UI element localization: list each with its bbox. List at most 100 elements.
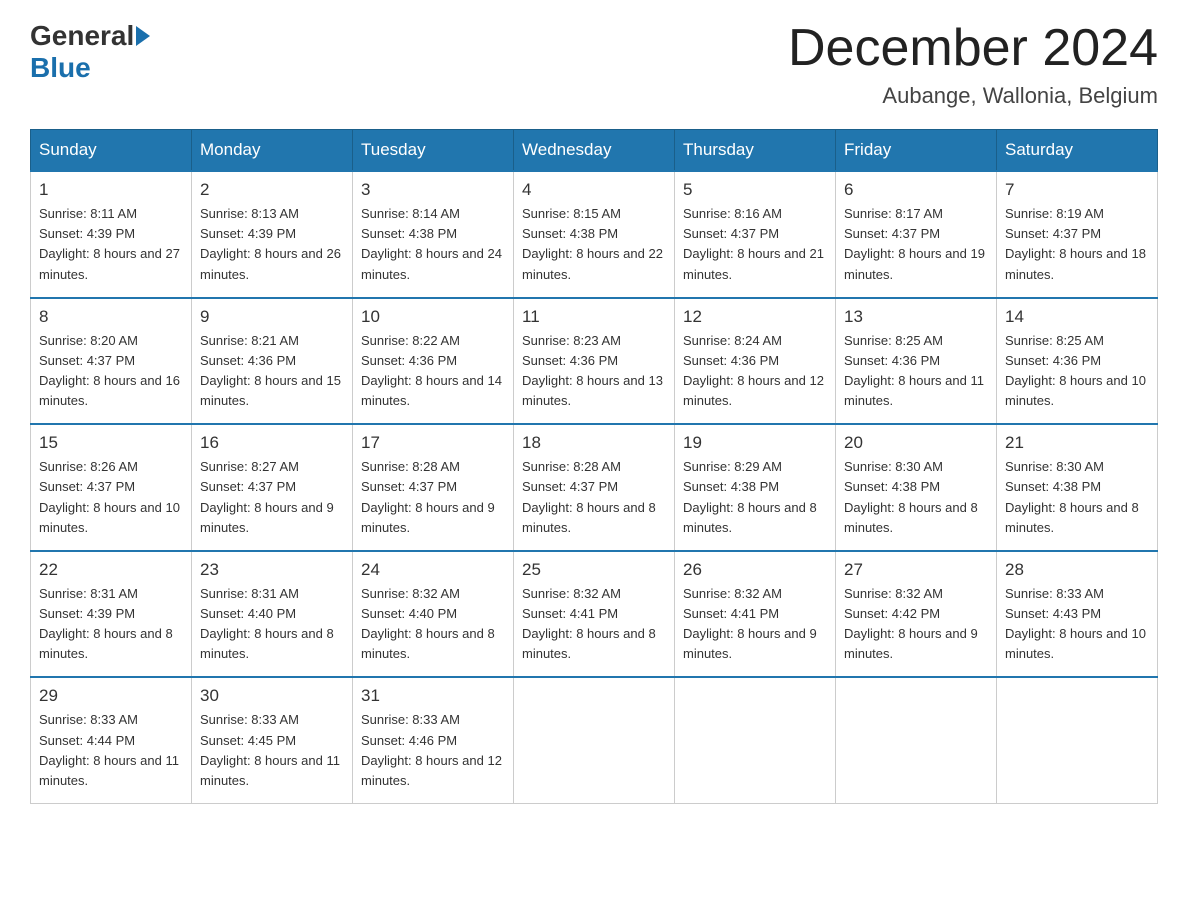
day-info: Sunrise: 8:25 AMSunset: 4:36 PMDaylight:…: [844, 331, 988, 412]
day-info: Sunrise: 8:13 AMSunset: 4:39 PMDaylight:…: [200, 204, 344, 285]
header-saturday: Saturday: [997, 130, 1158, 172]
day-info: Sunrise: 8:26 AMSunset: 4:37 PMDaylight:…: [39, 457, 183, 538]
day-info: Sunrise: 8:33 AMSunset: 4:43 PMDaylight:…: [1005, 584, 1149, 665]
day-number: 23: [200, 560, 344, 580]
week-row-5: 29 Sunrise: 8:33 AMSunset: 4:44 PMDaylig…: [31, 677, 1158, 803]
day-info: Sunrise: 8:31 AMSunset: 4:39 PMDaylight:…: [39, 584, 183, 665]
calendar-header: SundayMondayTuesdayWednesdayThursdayFrid…: [31, 130, 1158, 172]
day-number: 4: [522, 180, 666, 200]
logo-blue: Blue: [30, 52, 91, 84]
day-number: 10: [361, 307, 505, 327]
day-cell: 2 Sunrise: 8:13 AMSunset: 4:39 PMDayligh…: [192, 171, 353, 298]
day-info: Sunrise: 8:21 AMSunset: 4:36 PMDaylight:…: [200, 331, 344, 412]
logo-general: General: [30, 20, 134, 52]
logo-arrow-icon: [136, 26, 150, 46]
day-number: 3: [361, 180, 505, 200]
day-number: 28: [1005, 560, 1149, 580]
logo: General Blue: [30, 20, 152, 84]
day-info: Sunrise: 8:14 AMSunset: 4:38 PMDaylight:…: [361, 204, 505, 285]
day-cell: 3 Sunrise: 8:14 AMSunset: 4:38 PMDayligh…: [353, 171, 514, 298]
day-cell: 15 Sunrise: 8:26 AMSunset: 4:37 PMDaylig…: [31, 424, 192, 551]
day-number: 2: [200, 180, 344, 200]
day-number: 21: [1005, 433, 1149, 453]
calendar-body: 1 Sunrise: 8:11 AMSunset: 4:39 PMDayligh…: [31, 171, 1158, 803]
day-number: 26: [683, 560, 827, 580]
day-cell: 30 Sunrise: 8:33 AMSunset: 4:45 PMDaylig…: [192, 677, 353, 803]
header-tuesday: Tuesday: [353, 130, 514, 172]
day-cell: 22 Sunrise: 8:31 AMSunset: 4:39 PMDaylig…: [31, 551, 192, 678]
day-info: Sunrise: 8:30 AMSunset: 4:38 PMDaylight:…: [1005, 457, 1149, 538]
day-info: Sunrise: 8:15 AMSunset: 4:38 PMDaylight:…: [522, 204, 666, 285]
header-thursday: Thursday: [675, 130, 836, 172]
week-row-1: 1 Sunrise: 8:11 AMSunset: 4:39 PMDayligh…: [31, 171, 1158, 298]
day-cell: 12 Sunrise: 8:24 AMSunset: 4:36 PMDaylig…: [675, 298, 836, 425]
day-cell: 27 Sunrise: 8:32 AMSunset: 4:42 PMDaylig…: [836, 551, 997, 678]
header-wednesday: Wednesday: [514, 130, 675, 172]
day-number: 15: [39, 433, 183, 453]
day-info: Sunrise: 8:19 AMSunset: 4:37 PMDaylight:…: [1005, 204, 1149, 285]
day-number: 5: [683, 180, 827, 200]
header-row: SundayMondayTuesdayWednesdayThursdayFrid…: [31, 130, 1158, 172]
day-number: 30: [200, 686, 344, 706]
header-friday: Friday: [836, 130, 997, 172]
day-info: Sunrise: 8:32 AMSunset: 4:41 PMDaylight:…: [683, 584, 827, 665]
day-cell: 10 Sunrise: 8:22 AMSunset: 4:36 PMDaylig…: [353, 298, 514, 425]
header-monday: Monday: [192, 130, 353, 172]
day-number: 24: [361, 560, 505, 580]
day-info: Sunrise: 8:16 AMSunset: 4:37 PMDaylight:…: [683, 204, 827, 285]
day-cell: 5 Sunrise: 8:16 AMSunset: 4:37 PMDayligh…: [675, 171, 836, 298]
day-number: 1: [39, 180, 183, 200]
day-number: 29: [39, 686, 183, 706]
day-cell: 1 Sunrise: 8:11 AMSunset: 4:39 PMDayligh…: [31, 171, 192, 298]
day-number: 13: [844, 307, 988, 327]
day-number: 18: [522, 433, 666, 453]
week-row-2: 8 Sunrise: 8:20 AMSunset: 4:37 PMDayligh…: [31, 298, 1158, 425]
day-cell: 14 Sunrise: 8:25 AMSunset: 4:36 PMDaylig…: [997, 298, 1158, 425]
day-number: 22: [39, 560, 183, 580]
day-info: Sunrise: 8:32 AMSunset: 4:42 PMDaylight:…: [844, 584, 988, 665]
day-number: 25: [522, 560, 666, 580]
day-cell: 11 Sunrise: 8:23 AMSunset: 4:36 PMDaylig…: [514, 298, 675, 425]
day-number: 6: [844, 180, 988, 200]
day-number: 14: [1005, 307, 1149, 327]
calendar-table: SundayMondayTuesdayWednesdayThursdayFrid…: [30, 129, 1158, 804]
day-info: Sunrise: 8:29 AMSunset: 4:38 PMDaylight:…: [683, 457, 827, 538]
day-cell: 25 Sunrise: 8:32 AMSunset: 4:41 PMDaylig…: [514, 551, 675, 678]
day-number: 27: [844, 560, 988, 580]
day-info: Sunrise: 8:31 AMSunset: 4:40 PMDaylight:…: [200, 584, 344, 665]
day-cell: 7 Sunrise: 8:19 AMSunset: 4:37 PMDayligh…: [997, 171, 1158, 298]
day-info: Sunrise: 8:32 AMSunset: 4:40 PMDaylight:…: [361, 584, 505, 665]
day-number: 16: [200, 433, 344, 453]
header-sunday: Sunday: [31, 130, 192, 172]
day-info: Sunrise: 8:17 AMSunset: 4:37 PMDaylight:…: [844, 204, 988, 285]
day-number: 11: [522, 307, 666, 327]
day-cell: [997, 677, 1158, 803]
day-cell: 21 Sunrise: 8:30 AMSunset: 4:38 PMDaylig…: [997, 424, 1158, 551]
day-info: Sunrise: 8:33 AMSunset: 4:45 PMDaylight:…: [200, 710, 344, 791]
day-info: Sunrise: 8:23 AMSunset: 4:36 PMDaylight:…: [522, 331, 666, 412]
day-cell: 20 Sunrise: 8:30 AMSunset: 4:38 PMDaylig…: [836, 424, 997, 551]
day-cell: [514, 677, 675, 803]
day-info: Sunrise: 8:22 AMSunset: 4:36 PMDaylight:…: [361, 331, 505, 412]
day-number: 9: [200, 307, 344, 327]
day-info: Sunrise: 8:30 AMSunset: 4:38 PMDaylight:…: [844, 457, 988, 538]
day-number: 19: [683, 433, 827, 453]
day-number: 31: [361, 686, 505, 706]
day-cell: 4 Sunrise: 8:15 AMSunset: 4:38 PMDayligh…: [514, 171, 675, 298]
day-number: 17: [361, 433, 505, 453]
day-info: Sunrise: 8:28 AMSunset: 4:37 PMDaylight:…: [522, 457, 666, 538]
day-cell: 9 Sunrise: 8:21 AMSunset: 4:36 PMDayligh…: [192, 298, 353, 425]
day-info: Sunrise: 8:20 AMSunset: 4:37 PMDaylight:…: [39, 331, 183, 412]
day-cell: [675, 677, 836, 803]
day-cell: 17 Sunrise: 8:28 AMSunset: 4:37 PMDaylig…: [353, 424, 514, 551]
day-info: Sunrise: 8:33 AMSunset: 4:46 PMDaylight:…: [361, 710, 505, 791]
week-row-3: 15 Sunrise: 8:26 AMSunset: 4:37 PMDaylig…: [31, 424, 1158, 551]
month-title: December 2024: [788, 20, 1158, 77]
page-header: General Blue December 2024 Aubange, Wall…: [30, 20, 1158, 109]
day-cell: 16 Sunrise: 8:27 AMSunset: 4:37 PMDaylig…: [192, 424, 353, 551]
day-cell: 29 Sunrise: 8:33 AMSunset: 4:44 PMDaylig…: [31, 677, 192, 803]
day-cell: 13 Sunrise: 8:25 AMSunset: 4:36 PMDaylig…: [836, 298, 997, 425]
title-area: December 2024 Aubange, Wallonia, Belgium: [788, 20, 1158, 109]
day-info: Sunrise: 8:28 AMSunset: 4:37 PMDaylight:…: [361, 457, 505, 538]
day-cell: 18 Sunrise: 8:28 AMSunset: 4:37 PMDaylig…: [514, 424, 675, 551]
